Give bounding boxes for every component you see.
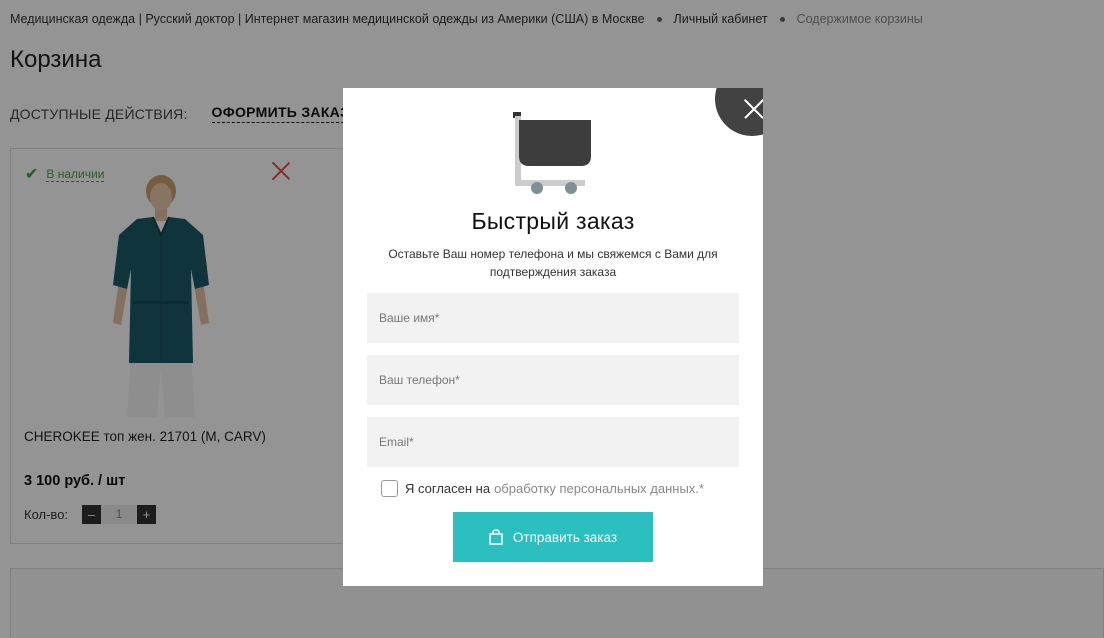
quick-order-modal: Быстрый заказ Оставьте Ваш номер телефон… — [343, 88, 763, 586]
name-field[interactable] — [367, 293, 739, 343]
required-mark: * — [698, 481, 704, 496]
submit-order-label: Отправить заказ — [512, 529, 618, 545]
close-icon[interactable] — [715, 88, 763, 136]
modal-subtitle: Оставьте Ваш номер телефона и мы свяжемс… — [388, 247, 718, 279]
modal-title: Быстрый заказ — [471, 208, 635, 234]
consent-label: Я согласен на — [405, 481, 491, 496]
phone-field[interactable] — [367, 355, 739, 405]
bag-icon — [489, 529, 503, 545]
cart-icon — [513, 112, 591, 194]
consent-checkbox[interactable] — [381, 480, 398, 497]
email-field[interactable] — [367, 417, 739, 467]
submit-order-button[interactable]: Отправить заказ — [453, 512, 653, 562]
privacy-policy-link[interactable]: обработку персональных данных. — [494, 481, 699, 496]
consent-row: Я согласен на обработку персональных дан… — [381, 480, 704, 497]
